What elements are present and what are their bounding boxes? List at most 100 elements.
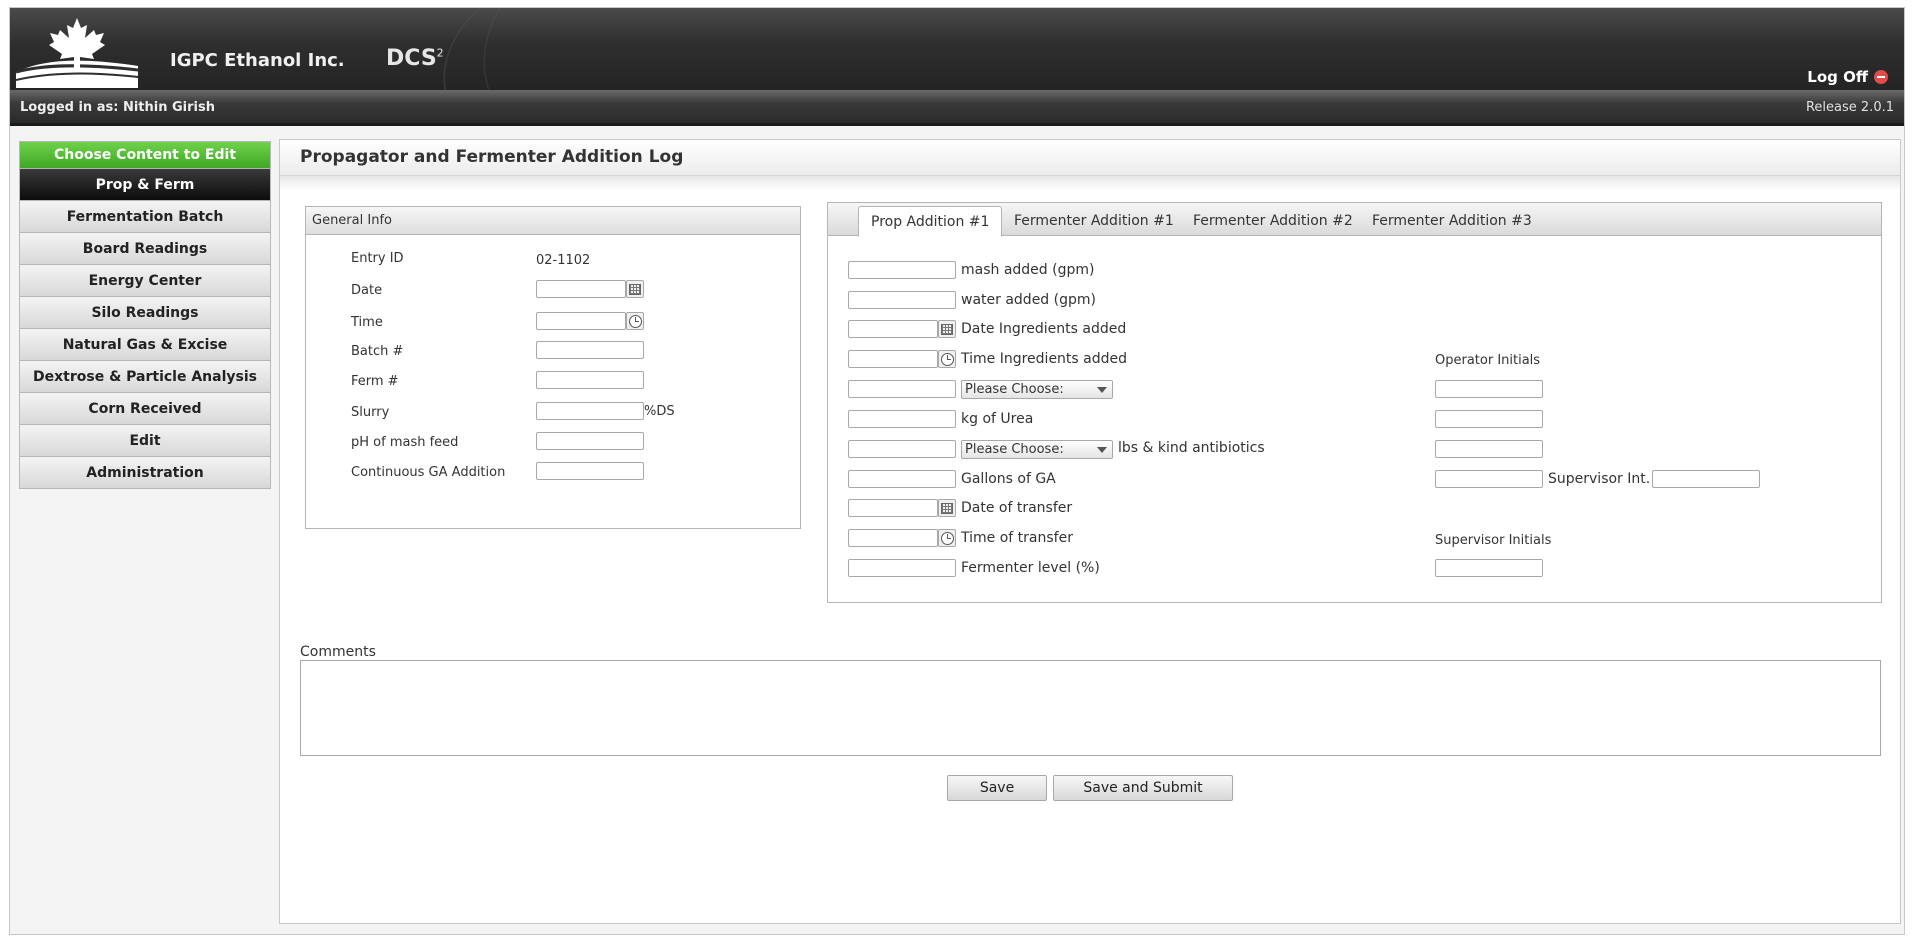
sidebar-nav: Choose Content to Edit Prop & Ferm Ferme… — [19, 141, 271, 489]
product-label: DCS — [386, 46, 437, 71]
operator-initials-label: Operator Initials — [1435, 353, 1541, 368]
save-button[interactable]: Save — [947, 775, 1047, 801]
sidebar-item-corn-received[interactable]: Corn Received — [20, 392, 270, 424]
batch-input[interactable] — [536, 341, 644, 359]
calendar-icon — [629, 283, 641, 295]
date-label: Date — [351, 283, 383, 298]
title-shadow — [280, 176, 1900, 190]
general-info-heading: General Info — [306, 207, 800, 235]
operator-initials-input-3[interactable] — [1435, 440, 1543, 458]
supervisor-initials-label: Supervisor Initials — [1435, 533, 1552, 548]
chevron-down-icon — [1097, 447, 1107, 453]
date-ingredients-picker[interactable] — [938, 320, 956, 338]
antibiotics-select[interactable]: Please Choose: — [961, 440, 1113, 459]
sidebar-item-dextrose-particle[interactable]: Dextrose & Particle Analysis — [20, 360, 270, 392]
calendar-icon — [941, 323, 953, 335]
comments-label: Comments — [300, 644, 376, 660]
antibiotics-select-value: Please Choose: — [965, 442, 1064, 457]
date-transfer-label: Date of transfer — [961, 500, 1073, 516]
ingredient-select[interactable]: Please Choose: — [961, 380, 1113, 399]
tab-prop-addition-1[interactable]: Prop Addition #1 — [858, 206, 1003, 237]
sidebar-item-natural-gas-excise[interactable]: Natural Gas & Excise — [20, 328, 270, 360]
save-and-submit-button[interactable]: Save and Submit — [1053, 775, 1233, 801]
mash-added-label: mash added (gpm) — [961, 262, 1095, 278]
time-ingredients-label: Time Ingredients added — [961, 351, 1128, 367]
date-transfer-input[interactable] — [848, 499, 938, 517]
date-transfer-picker[interactable] — [938, 499, 956, 517]
release-version: Release 2.0.1 — [1805, 100, 1894, 115]
antibiotics-label: lbs & kind antibiotics — [1118, 440, 1265, 456]
app-header: IGPC Ethanol Inc. DCS2 Log Off — [10, 8, 1904, 90]
ga-input[interactable] — [536, 462, 644, 480]
time-transfer-input[interactable] — [848, 529, 938, 547]
time-label: Time — [351, 315, 383, 330]
tab-fermenter-addition-1[interactable]: Fermenter Addition #1 — [1002, 206, 1186, 237]
ph-input[interactable] — [536, 432, 644, 450]
clock-icon — [628, 314, 642, 328]
ferm-label: Ferm # — [351, 374, 399, 389]
fermenter-level-input[interactable] — [848, 559, 956, 577]
chevron-down-icon — [1097, 387, 1107, 393]
kg-urea-label: kg of Urea — [961, 411, 1034, 427]
page-title: Propagator and Fermenter Addition Log — [300, 147, 684, 167]
company-name: IGPC Ethanol Inc. — [170, 50, 345, 71]
sidebar-item-silo-readings[interactable]: Silo Readings — [20, 296, 270, 328]
supervisor-initials-input[interactable] — [1435, 559, 1543, 577]
sidebar-item-prop-ferm[interactable]: Prop & Ferm — [20, 168, 270, 200]
water-added-input[interactable] — [848, 291, 956, 309]
supervisor-int-input[interactable] — [1652, 470, 1760, 488]
date-ingredients-label: Date Ingredients added — [961, 321, 1127, 337]
gallons-ga-input[interactable] — [848, 470, 956, 488]
date-picker-button[interactable] — [626, 280, 644, 298]
batch-label: Batch # — [351, 344, 404, 359]
clock-icon — [940, 531, 954, 545]
operator-initials-input-1[interactable] — [1435, 380, 1543, 398]
title-bar: Propagator and Fermenter Addition Log — [280, 140, 1900, 176]
sidebar-item-board-readings[interactable]: Board Readings — [20, 232, 270, 264]
calendar-icon — [941, 502, 953, 514]
maple-leaf-logo — [15, 14, 139, 88]
entry-id-label: Entry ID — [351, 251, 404, 266]
antibiotics-amount-input[interactable] — [848, 440, 956, 458]
sidebar-item-edit[interactable]: Edit — [20, 424, 270, 456]
tab-bar: Prop Addition #1 Fermenter Addition #1 F… — [828, 203, 1881, 237]
tab-fermenter-addition-2[interactable]: Fermenter Addition #2 — [1181, 206, 1365, 237]
time-transfer-picker[interactable] — [938, 529, 956, 547]
kg-urea-input[interactable] — [848, 410, 956, 428]
sidebar-item-energy-center[interactable]: Energy Center — [20, 264, 270, 296]
tab-fermenter-addition-3[interactable]: Fermenter Addition #3 — [1360, 206, 1544, 237]
slurry-input[interactable] — [536, 402, 644, 420]
header-decoration — [448, 8, 752, 90]
sidebar-item-fermentation-batch[interactable]: Fermentation Batch — [20, 200, 270, 232]
product-superscript: 2 — [436, 46, 444, 60]
time-ingredients-input[interactable] — [848, 350, 938, 368]
supervisor-int-label: Supervisor Int. — [1548, 471, 1651, 487]
logoff-label: Log Off — [1807, 68, 1868, 86]
clock-icon — [940, 352, 954, 366]
logged-in-user: Logged in as: Nithin Girish — [20, 100, 215, 115]
ingredient-amount-input[interactable] — [848, 380, 956, 398]
operator-initials-input-4[interactable] — [1435, 470, 1543, 488]
sidebar-item-administration[interactable]: Administration — [20, 456, 270, 488]
ferm-input[interactable] — [536, 371, 644, 389]
addition-tabs-panel: Prop Addition #1 Fermenter Addition #1 F… — [827, 202, 1882, 603]
slurry-label: Slurry — [351, 405, 390, 420]
ingredient-select-value: Please Choose: — [965, 382, 1064, 397]
time-input[interactable] — [536, 312, 626, 330]
ga-label: Continuous GA Addition — [351, 465, 506, 480]
mash-added-input[interactable] — [848, 261, 956, 279]
logoff-icon — [1874, 70, 1888, 84]
operator-initials-input-2[interactable] — [1435, 410, 1543, 428]
slurry-unit: %DS — [644, 404, 675, 419]
date-ingredients-input[interactable] — [848, 320, 938, 338]
gallons-ga-label: Gallons of GA — [961, 471, 1056, 487]
comments-textarea[interactable] — [300, 660, 1881, 756]
status-bar: Logged in as: Nithin Girish Release 2.0.… — [10, 90, 1904, 126]
ph-label: pH of mash feed — [351, 435, 459, 450]
time-picker-button[interactable] — [626, 312, 644, 330]
time-ingredients-picker[interactable] — [938, 350, 956, 368]
fermenter-level-label: Fermenter level (%) — [961, 560, 1100, 576]
date-input[interactable] — [536, 280, 626, 298]
logoff-button[interactable]: Log Off — [1807, 68, 1888, 86]
water-added-label: water added (gpm) — [961, 292, 1096, 308]
